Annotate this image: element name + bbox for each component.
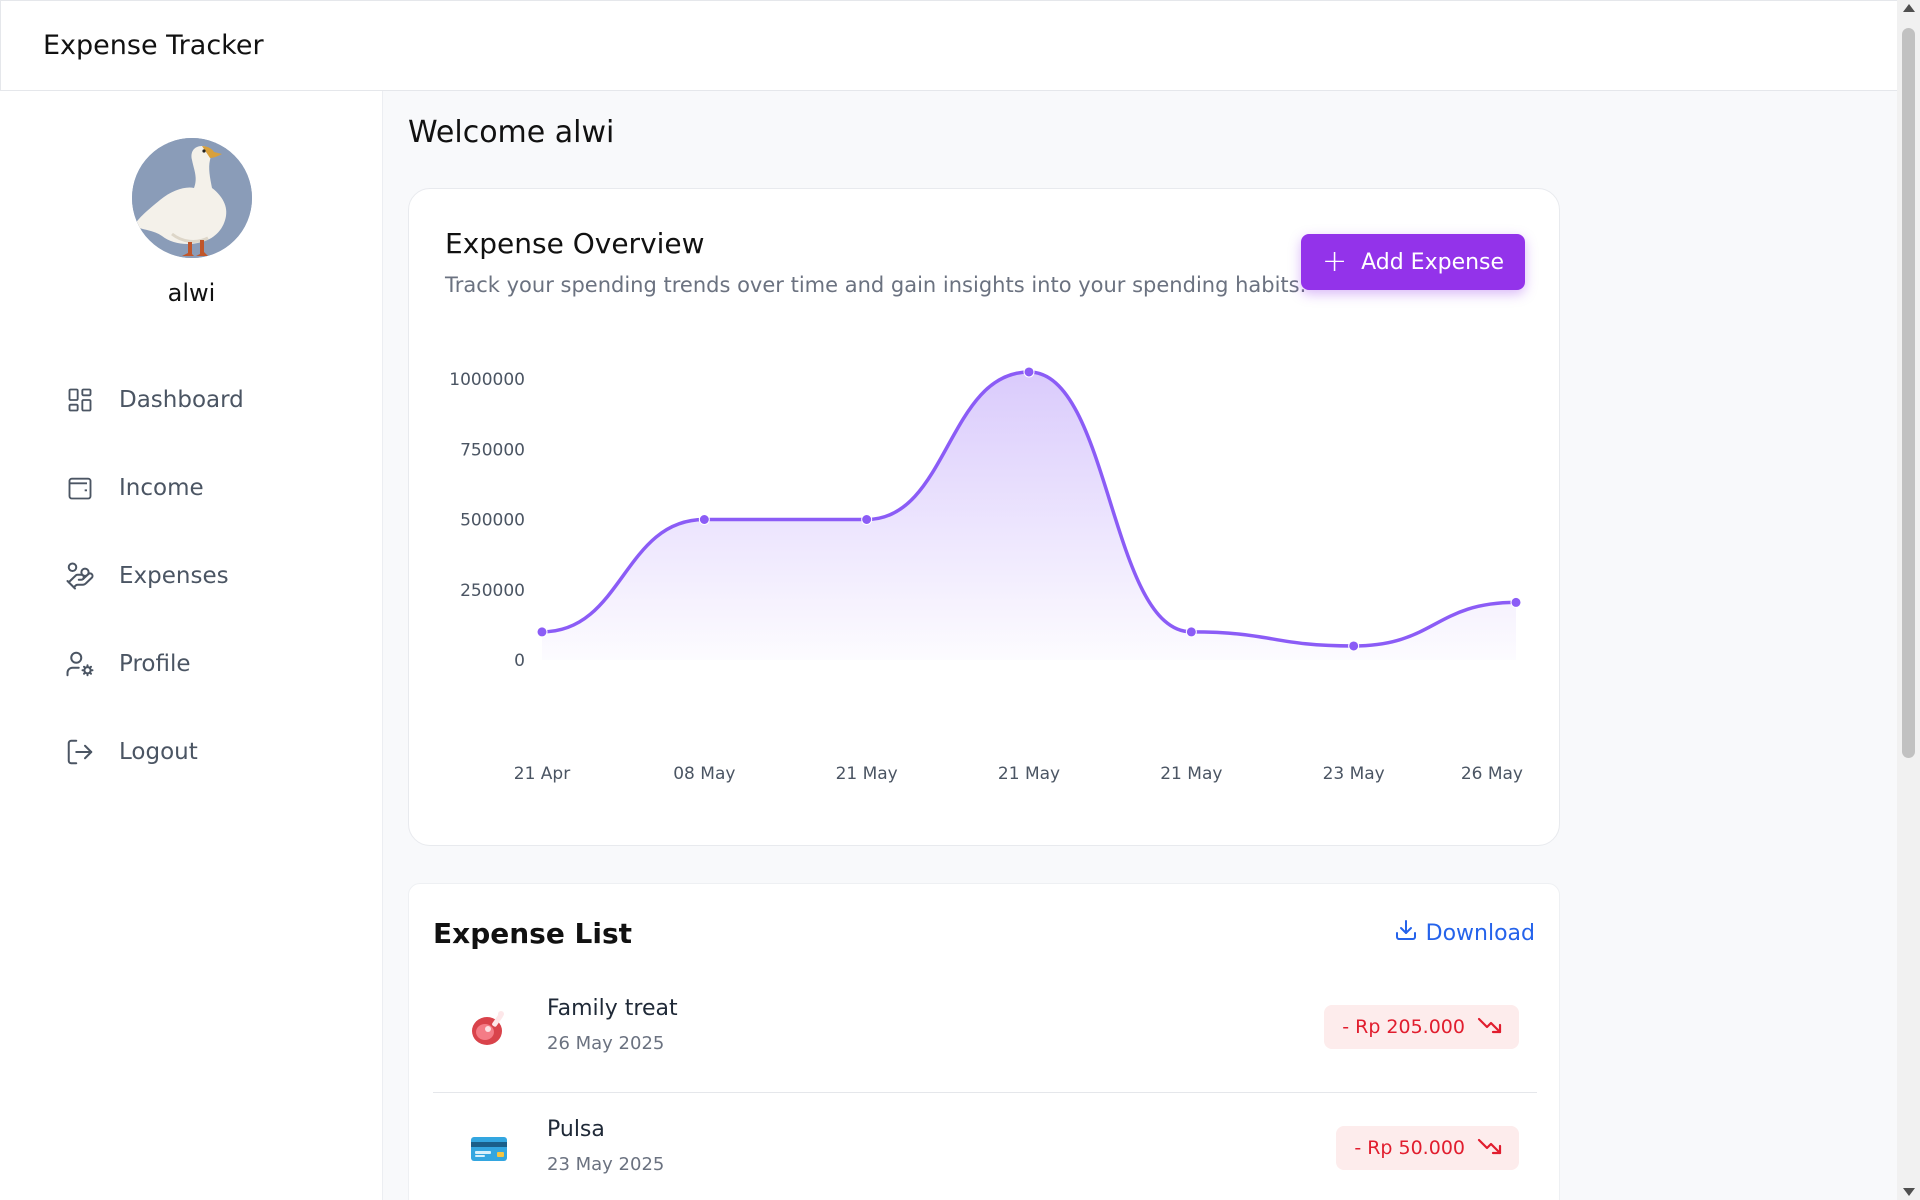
- sidebar-item-label: Logout: [119, 739, 198, 765]
- scrollbar[interactable]: [1897, 0, 1920, 1200]
- expense-amount: - Rp 50.000: [1354, 1137, 1465, 1159]
- dashboard-icon: [64, 384, 96, 416]
- y-tick-label: 0: [514, 651, 525, 671]
- meat-icon: [463, 1002, 515, 1054]
- chart-point[interactable]: [536, 626, 548, 638]
- welcome-heading: Welcome alwi: [408, 115, 615, 150]
- expense-name: Pulsa: [547, 1117, 605, 1142]
- y-tick-label: 1000000: [449, 370, 525, 390]
- trend-down-icon: [1477, 1136, 1503, 1161]
- expense-date: 26 May 2025: [547, 1033, 665, 1054]
- app-title: Expense Tracker: [43, 30, 264, 61]
- x-tick-label: 08 May: [673, 764, 735, 784]
- main-content: Welcome alwi Expense Overview Track your…: [383, 91, 1897, 1200]
- sidebar-item-dashboard[interactable]: Dashboard: [64, 356, 364, 444]
- sidebar-item-label: Dashboard: [119, 387, 244, 413]
- chart-point[interactable]: [1023, 366, 1035, 378]
- username: alwi: [167, 279, 216, 307]
- hand-coins-icon: [64, 560, 96, 592]
- avatar: [132, 138, 252, 258]
- y-tick-label: 250000: [460, 581, 525, 601]
- y-tick-label: 750000: [460, 440, 525, 460]
- avatar-goose-image: [132, 138, 252, 258]
- download-icon: [1394, 918, 1418, 948]
- credit-card-icon: [463, 1123, 515, 1175]
- chart-point[interactable]: [1185, 626, 1197, 638]
- trend-down-icon: [1477, 1015, 1503, 1040]
- x-tick-label: 23 May: [1323, 764, 1385, 784]
- x-tick-label: 21 Apr: [514, 764, 570, 784]
- sidebar-item-label: Profile: [119, 651, 191, 677]
- scroll-down-arrow-icon[interactable]: [1903, 1188, 1915, 1196]
- sidebar-nav: Dashboard Income Expenses Profile Logout: [64, 356, 364, 796]
- x-tick-label: 21 May: [998, 764, 1060, 784]
- download-label: Download: [1425, 920, 1535, 946]
- expense-amount: - Rp 205.000: [1342, 1016, 1465, 1038]
- sidebar-item-logout[interactable]: Logout: [64, 708, 364, 796]
- expense-amount-badge: - Rp 205.000: [1324, 1005, 1519, 1049]
- logout-icon: [64, 736, 96, 768]
- sidebar-item-profile[interactable]: Profile: [64, 620, 364, 708]
- chart-point[interactable]: [1348, 640, 1360, 652]
- chart-point[interactable]: [698, 514, 710, 525]
- chart-area-fill: [542, 371, 1516, 660]
- chart-point[interactable]: [1510, 596, 1522, 608]
- expense-amount-badge: - Rp 50.000: [1336, 1126, 1519, 1170]
- expense-area-chart: 0 250000 500000 750000 1000000 21 Apr 08 May 21…: [449, 366, 1523, 784]
- expense-date: 23 May 2025: [547, 1154, 665, 1175]
- expense-list-title: Expense List: [433, 917, 633, 950]
- top-bar: Expense Tracker: [0, 0, 1897, 91]
- wallet-icon: [64, 472, 96, 504]
- sidebar-item-label: Expenses: [119, 563, 229, 589]
- expense-list-card: Expense List Download Family treat 26 Ma…: [408, 883, 1560, 1200]
- y-tick-label: 500000: [460, 511, 525, 531]
- chart-point[interactable]: [861, 514, 873, 525]
- user-cog-icon: [64, 648, 96, 680]
- expense-name: Family treat: [547, 996, 678, 1021]
- list-item[interactable]: Pulsa 23 May 2025 - Rp 50.000: [433, 1093, 1537, 1200]
- expense-overview-card: Expense Overview Track your spending tre…: [408, 188, 1560, 846]
- x-tick-label: 26 May: [1461, 764, 1523, 784]
- x-tick-label: 21 May: [1160, 764, 1222, 784]
- sidebar-item-expenses[interactable]: Expenses: [64, 532, 364, 620]
- scroll-up-arrow-icon[interactable]: [1903, 4, 1915, 12]
- x-tick-label: 21 May: [836, 764, 898, 784]
- list-item[interactable]: Family treat 26 May 2025 - Rp 205.000: [433, 972, 1537, 1093]
- sidebar-item-income[interactable]: Income: [64, 444, 364, 532]
- sidebar-item-label: Income: [119, 475, 204, 501]
- scroll-thumb[interactable]: [1902, 28, 1915, 758]
- download-button[interactable]: Download: [1394, 918, 1535, 948]
- sidebar: alwi Dashboard Income Expenses Profile L…: [0, 91, 383, 1200]
